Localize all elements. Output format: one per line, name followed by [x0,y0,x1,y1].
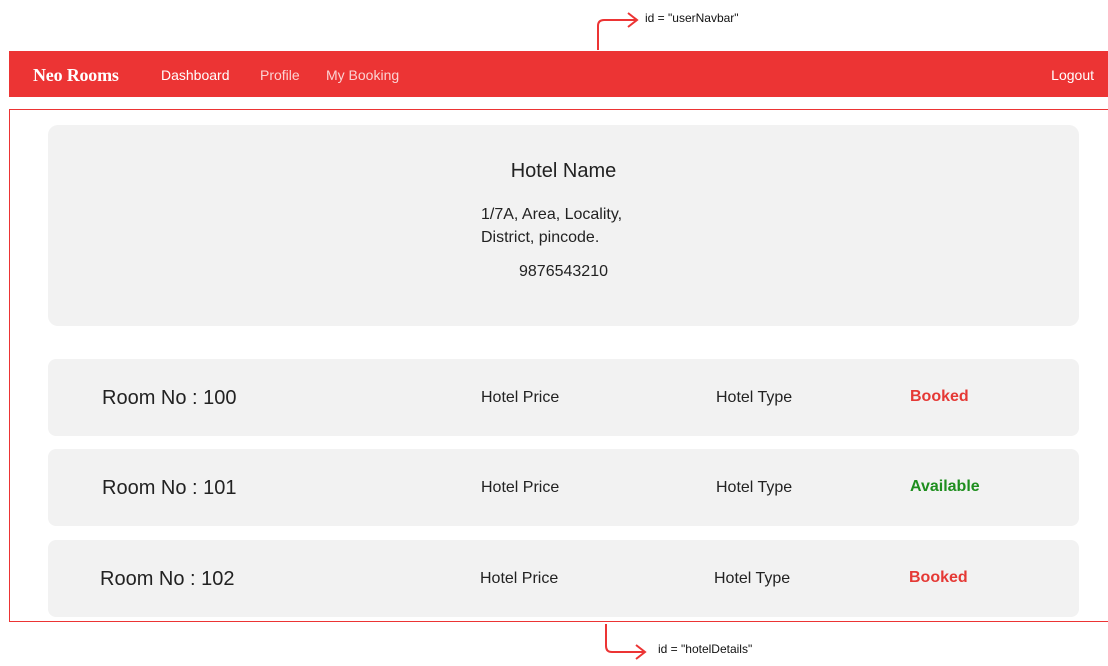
room-number: Room No : 102 [100,568,235,590]
annotation-arrow-bottom [605,624,647,660]
hotel-address: 1/7A, Area, Locality, District, pincode. [481,203,701,249]
room-type: Hotel Type [716,479,793,496]
room-row[interactable]: Room No : 100 Hotel Price Hotel Type Boo… [48,359,1079,436]
annotation-user-navbar: id = "userNavbar" [645,11,739,25]
brand-logo[interactable]: Neo Rooms [33,65,119,86]
room-price: Hotel Price [481,389,560,406]
room-row[interactable]: Room No : 101 Hotel Price Hotel Type Ava… [48,449,1079,526]
logout-link[interactable]: Logout [1051,67,1094,83]
room-row[interactable]: Room No : 102 Hotel Price Hotel Type Boo… [48,540,1079,617]
nav-link-profile[interactable]: Profile [260,67,300,83]
room-number: Room No : 101 [102,477,237,499]
room-type: Hotel Type [716,389,793,406]
annotation-arrow-top [597,12,639,50]
room-status-badge: Available [910,478,980,495]
hotel-address-line1: 1/7A, Area, Locality, [481,206,623,223]
hotel-phone: 9876543210 [519,263,608,280]
nav-link-dashboard[interactable]: Dashboard [161,67,230,83]
nav-link-my-booking[interactable]: My Booking [326,67,399,83]
room-price: Hotel Price [480,570,559,587]
hotel-address-line2: District, pincode. [481,229,600,246]
hotel-info-card: Hotel Name 1/7A, Area, Locality, Distric… [48,125,1079,326]
room-number: Room No : 100 [102,387,237,409]
room-type: Hotel Type [714,570,791,587]
room-status-badge: Booked [910,388,969,405]
room-status-badge: Booked [909,569,968,586]
hotel-name: Hotel Name [510,160,617,182]
user-navbar: Neo Rooms Dashboard Profile My Booking L… [9,51,1108,97]
room-price: Hotel Price [481,479,560,496]
annotation-hotel-details: id = "hotelDetails" [658,642,753,656]
